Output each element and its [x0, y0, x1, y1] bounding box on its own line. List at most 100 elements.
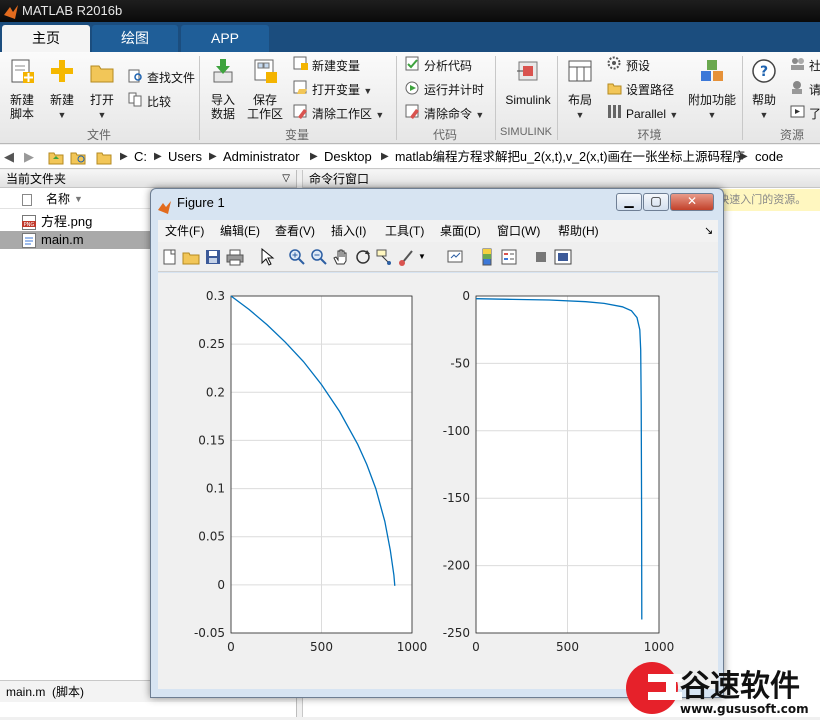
- menu-help[interactable]: 帮助(H): [558, 220, 599, 242]
- save-workspace-icon: [244, 58, 286, 89]
- y-tick-label: 0.2: [206, 385, 225, 399]
- data-cursor-icon[interactable]: [376, 248, 394, 266]
- path-segment[interactable]: Administrator: [223, 145, 300, 169]
- zoom-out-icon[interactable]: [310, 248, 328, 266]
- back-arrow-icon[interactable]: ◀: [4, 145, 14, 169]
- figure-window[interactable]: Figure 1 ▁ ▢ ✕ 文件(F) 编辑(E) 查看(V) 插入(I) 工…: [150, 188, 724, 698]
- community-icon: [790, 56, 805, 77]
- import-icon: [205, 58, 241, 89]
- new-variable-button[interactable]: 新建变量: [293, 56, 360, 76]
- learn-button[interactable]: 了: [790, 104, 820, 124]
- path-separator-icon: ▶: [209, 151, 217, 162]
- title-bar: MATLAB R2016b: [0, 0, 820, 22]
- tab-plots[interactable]: 绘图: [92, 25, 178, 52]
- analyze-code-button[interactable]: 分析代码: [405, 56, 472, 76]
- clear-workspace-button[interactable]: 清除工作区 ▼: [293, 104, 384, 124]
- path-segment[interactable]: code: [755, 145, 783, 169]
- help-button[interactable]: ? 帮助 ▼: [747, 58, 781, 122]
- caret-down-icon: ▼: [375, 110, 385, 120]
- plot-area[interactable]: 0 500 10000.30.250.20.150.10.050-0.050 500 1…: [158, 273, 718, 689]
- path-segment[interactable]: matlab编程方程求解把u_2(x,t),v_2(x,t)画在一张坐标上源码程…: [395, 145, 745, 169]
- compare-button[interactable]: 比较: [128, 92, 171, 112]
- folder-icon: [85, 58, 119, 89]
- path-segment[interactable]: C:: [134, 145, 147, 169]
- clear-commands-button[interactable]: 清除命令 ▼: [405, 104, 484, 124]
- figure-title-bar[interactable]: Figure 1 ▁ ▢ ✕: [151, 189, 723, 217]
- new-script-label: 新建 脚本: [9, 93, 34, 121]
- save-icon[interactable]: [204, 248, 222, 266]
- new-button[interactable]: 新建 ▼: [45, 58, 79, 122]
- forward-arrow-icon[interactable]: ▶: [24, 145, 34, 169]
- open-variable-button[interactable]: 打开变量 ▼: [293, 80, 372, 100]
- new-figure-icon[interactable]: [161, 248, 179, 266]
- panel-title: 命令行窗口: [309, 172, 370, 186]
- brush-icon[interactable]: [398, 248, 416, 266]
- save-workspace-button[interactable]: 保存 工作区: [244, 58, 286, 121]
- y-tick-label: -150: [443, 491, 470, 505]
- colorbar-icon[interactable]: [478, 248, 496, 266]
- pointer-icon[interactable]: [258, 247, 276, 266]
- maximize-button[interactable]: ▢: [643, 193, 669, 211]
- run-and-time-label: 运行并计时: [424, 83, 485, 97]
- compare-icon: [128, 92, 143, 113]
- panel-header: 当前文件夹 ▽: [0, 170, 296, 188]
- print-icon[interactable]: [226, 248, 244, 266]
- preferences-label: 预设: [626, 59, 651, 73]
- group-label-resources: 资源: [779, 128, 804, 142]
- add-ons-icon: [688, 58, 736, 89]
- tab-apps[interactable]: APP: [181, 25, 269, 52]
- close-icon: ✕: [686, 194, 698, 208]
- dock-arrow-icon[interactable]: ↘: [704, 220, 713, 242]
- path-segment[interactable]: Desktop: [324, 145, 372, 169]
- show-plot-tools-icon[interactable]: [554, 248, 572, 266]
- menu-file[interactable]: 文件(F): [165, 220, 204, 242]
- rotate-3d-icon[interactable]: [354, 248, 372, 266]
- name-column-label: 名称: [46, 192, 71, 206]
- parallel-button[interactable]: Parallel ▼: [607, 104, 678, 124]
- menu-tools[interactable]: 工具(T): [385, 220, 424, 242]
- set-path-button[interactable]: 设置路径: [607, 80, 674, 100]
- path-segment[interactable]: Users: [168, 145, 202, 169]
- figure-title: Figure 1: [177, 195, 225, 210]
- request-support-button[interactable]: 请: [790, 80, 820, 100]
- watermark-url: www.gususoft.com: [680, 702, 809, 716]
- m-file-icon: [22, 233, 36, 253]
- import-data-button[interactable]: 导入 数据: [205, 58, 241, 121]
- caret-down-icon: ▼: [363, 86, 373, 96]
- layout-button[interactable]: 布局 ▼: [562, 58, 598, 122]
- menu-insert[interactable]: 插入(I): [331, 220, 366, 242]
- panel-menu-icon[interactable]: ▽: [282, 170, 290, 188]
- figure-menu-bar: 文件(F) 编辑(E) 查看(V) 插入(I) 工具(T) 桌面(D) 窗口(W…: [158, 220, 718, 242]
- community-button[interactable]: 社: [790, 56, 820, 76]
- menu-edit[interactable]: 编辑(E): [220, 220, 260, 242]
- simulink-button[interactable]: Simulink: [500, 58, 556, 107]
- caret-down-icon: ▼: [97, 110, 107, 120]
- open-file-icon[interactable]: [182, 248, 200, 266]
- find-files-button[interactable]: 查找文件: [128, 68, 195, 88]
- path-separator-icon: ▶: [310, 151, 318, 162]
- gear-icon: [607, 56, 622, 77]
- open-button[interactable]: 打开 ▼: [85, 58, 119, 122]
- menu-window[interactable]: 窗口(W): [497, 220, 540, 242]
- minimize-button[interactable]: ▁: [616, 193, 642, 211]
- tab-home[interactable]: 主页: [2, 25, 90, 52]
- menu-view[interactable]: 查看(V): [275, 220, 315, 242]
- hide-plot-tools-icon[interactable]: [532, 248, 550, 266]
- pan-hand-icon[interactable]: [332, 248, 350, 266]
- close-button[interactable]: ✕: [670, 193, 714, 211]
- layout-icon: [562, 58, 598, 89]
- legend-icon[interactable]: [500, 248, 518, 266]
- new-script-button[interactable]: 新建 脚本: [4, 58, 40, 121]
- run-and-time-button[interactable]: 运行并计时: [405, 80, 484, 100]
- link-plot-icon[interactable]: [446, 248, 464, 266]
- import-data-label: 导入 数据: [210, 93, 235, 121]
- y-tick-label: -100: [443, 424, 470, 438]
- menu-desktop[interactable]: 桌面(D): [440, 220, 481, 242]
- add-ons-button[interactable]: 附加功能 ▼: [688, 58, 736, 122]
- preferences-button[interactable]: 预设: [607, 56, 650, 76]
- panel-title: 当前文件夹: [6, 172, 67, 186]
- brush-dropdown-icon[interactable]: ▼: [418, 248, 428, 266]
- figure-canvas[interactable]: 0 500 1000 0.3 0.25 0.2 0.15 0.1 0.05 0 -0.05 0 500 1…: [158, 273, 718, 689]
- zoom-in-icon[interactable]: [288, 248, 306, 266]
- toolstrip: 新建 脚本 新建 ▼ 打开 ▼ 查找文件 比较 文件 导入 数据 保存 工作区 新建…: [0, 52, 820, 144]
